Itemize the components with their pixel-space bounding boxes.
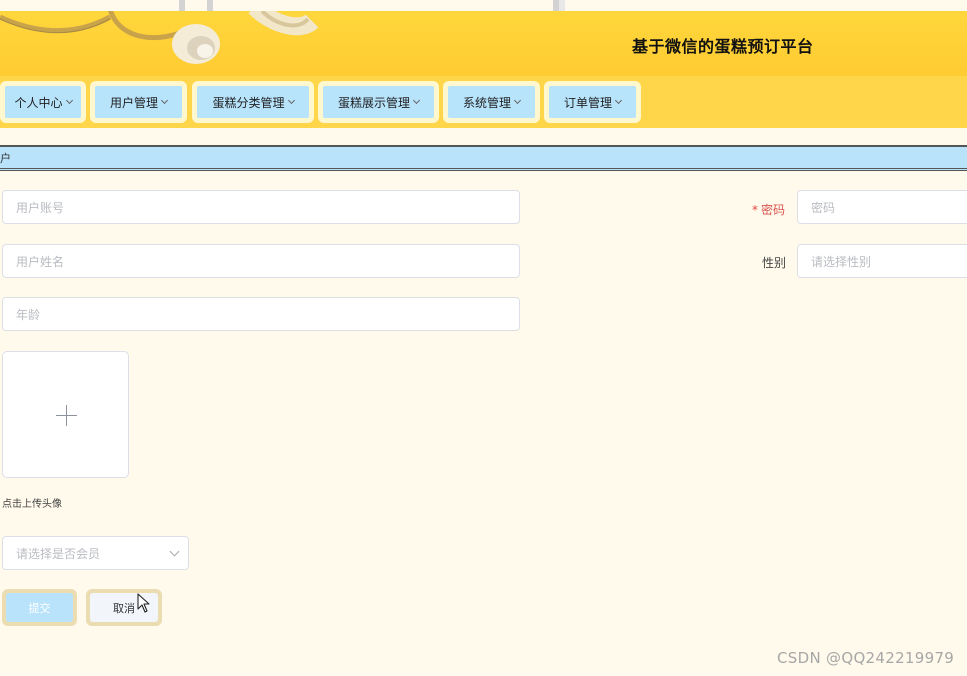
member-placeholder: 请选择是否会员: [16, 546, 101, 561]
nav-label: 系统管理: [462, 95, 511, 110]
member-select[interactable]: 请选择是否会员: [2, 536, 189, 570]
strip-divider: [207, 0, 213, 11]
chevron-down-icon: [614, 96, 623, 105]
mouse-pointer-icon: [137, 593, 150, 613]
nav-item-cake-display[interactable]: 蛋糕展示管理: [318, 81, 439, 123]
chevron-down-icon: [160, 96, 169, 105]
watermark: CSDN @QQ242219979: [777, 649, 955, 667]
breadcrumb-text: 户: [0, 152, 11, 165]
nav-label: 蛋糕分类管理: [212, 95, 285, 110]
chevron-down-icon: [169, 546, 180, 557]
site-title: 基于微信的蛋糕预订平台: [632, 37, 814, 56]
submit-button[interactable]: 提交: [2, 589, 77, 626]
name-input[interactable]: 用户姓名: [2, 244, 520, 278]
chevron-down-icon: [65, 96, 73, 105]
chevron-down-icon: [287, 96, 295, 105]
breadcrumb: 户: [0, 145, 967, 171]
nav-item-user-management[interactable]: 用户管理: [90, 81, 187, 123]
avatar-upload[interactable]: [2, 351, 129, 478]
plus-icon: [66, 405, 67, 426]
password-input[interactable]: 密码: [797, 190, 967, 224]
gender-select[interactable]: 请选择性别: [797, 244, 967, 278]
nav-item-personal-center[interactable]: 个人中心: [0, 81, 86, 123]
top-strip: [0, 0, 967, 11]
site-header: 基于微信的蛋糕预订平台: [0, 11, 967, 76]
nav-label: 蛋糕展示管理: [337, 95, 410, 110]
nav-item-cake-category[interactable]: 蛋糕分类管理: [192, 81, 314, 123]
chevron-down-icon: [412, 96, 421, 105]
nav-label: 订单管理: [563, 95, 612, 110]
age-input[interactable]: 年龄: [2, 297, 520, 331]
account-input[interactable]: 用户账号: [2, 190, 520, 224]
strip-divider: [559, 0, 565, 11]
password-label: * 密码: [752, 203, 786, 217]
submit-label: 提交: [6, 593, 73, 622]
gender-label: 性别: [762, 256, 787, 270]
nav-label: 个人中心: [14, 95, 63, 110]
main-nav: 个人中心 用户管理 蛋糕分类管理 蛋糕展示管理 系统管理 订单管理: [0, 76, 967, 128]
avatar-upload-tip: 点击上传头像: [2, 499, 62, 510]
earphone-decoration-icon: [0, 11, 319, 64]
gender-placeholder: 请选择性别: [811, 254, 872, 269]
nav-item-order-management[interactable]: 订单管理: [544, 81, 641, 123]
nav-item-system-management[interactable]: 系统管理: [443, 81, 540, 123]
nav-label: 用户管理: [109, 95, 158, 110]
required-mark: *: [752, 203, 758, 217]
chevron-down-icon: [513, 96, 522, 105]
strip-divider: [179, 0, 185, 11]
